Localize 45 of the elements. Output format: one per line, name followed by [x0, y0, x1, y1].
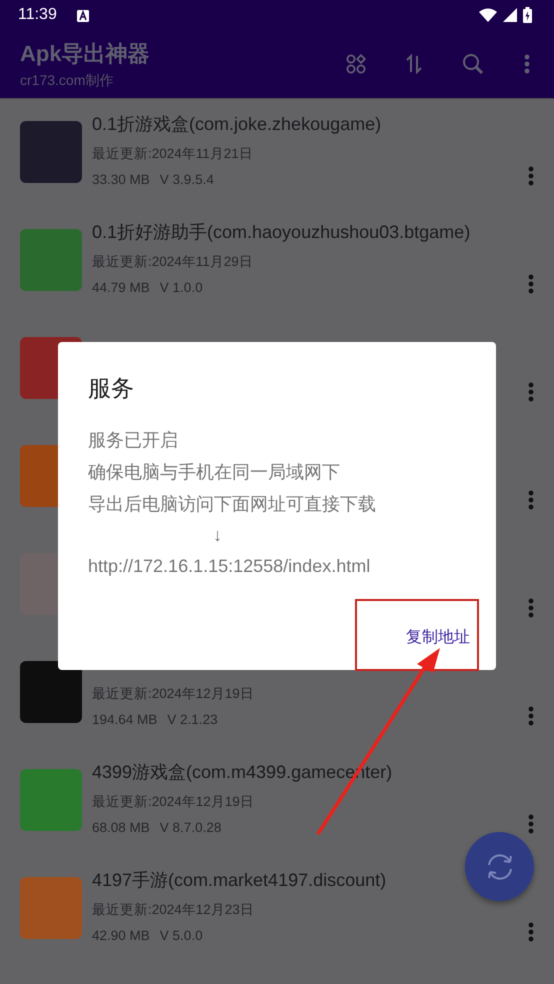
more-icon[interactable] — [528, 706, 534, 726]
app-name: 4197手游(com.market4197.discount) — [92, 869, 386, 892]
app-version: V 2.1.23 — [167, 711, 218, 729]
more-icon[interactable] — [528, 814, 534, 834]
app-version: V 3.9.5.4 — [160, 171, 214, 189]
app-name: 0.1折好游助手(com.haoyouzhushou03.btgame) — [92, 221, 470, 244]
down-arrow-icon: ↓ — [213, 520, 222, 550]
server-url: http://172.16.1.15:12558/index.html — [88, 555, 370, 578]
dialog-message: 导出后电脑访问下面网址可直接下载 — [88, 493, 376, 516]
copy-address-button[interactable]: 复制地址 — [404, 623, 472, 652]
dialog-title: 服务 — [88, 374, 135, 403]
app-title: Apk导出神器 — [20, 40, 151, 68]
app-size: 42.90 MB — [92, 927, 150, 945]
wifi-icon — [479, 8, 497, 22]
update-date: 最近更新:2024年12月23日 — [92, 901, 255, 919]
dialog-message: 确保电脑与手机在同一局域网下 — [88, 461, 340, 484]
more-icon[interactable] — [528, 166, 534, 186]
notification-icon — [76, 10, 89, 22]
more-icon[interactable] — [524, 54, 530, 74]
status-time: 11:39 — [18, 6, 57, 24]
app-version: V 8.7.0.28 — [160, 819, 222, 837]
app-version: V 1.0.0 — [160, 279, 203, 297]
update-date: 最近更新:2024年12月19日 — [92, 793, 255, 811]
search-icon[interactable] — [462, 53, 484, 75]
more-icon[interactable] — [528, 598, 534, 618]
refresh-button[interactable] — [465, 832, 534, 901]
battery-icon — [523, 7, 532, 23]
app-size: 194.64 MB — [92, 711, 158, 729]
app-name: 0.1折游戏盒(com.joke.zhekougame) — [92, 113, 382, 136]
grid-icon[interactable] — [346, 54, 366, 74]
more-icon[interactable] — [528, 274, 534, 294]
update-date: 最近更新:2024年12月19日 — [92, 685, 255, 703]
signal-icon — [503, 8, 517, 22]
more-icon[interactable] — [528, 382, 534, 402]
sort-icon[interactable] — [406, 54, 422, 74]
update-date: 最近更新:2024年11月21日 — [92, 145, 254, 163]
dialog-message: 服务已开启 — [88, 429, 178, 452]
app-size: 33.30 MB — [92, 171, 150, 189]
app-version: V 5.0.0 — [160, 927, 203, 945]
update-date: 最近更新:2024年11月29日 — [92, 253, 254, 271]
more-icon[interactable] — [528, 922, 534, 942]
app-subtitle: cr173.com制作 — [20, 72, 114, 90]
app-size: 68.08 MB — [92, 819, 150, 837]
app-size: 44.79 MB — [92, 279, 150, 297]
more-icon[interactable] — [528, 490, 534, 510]
